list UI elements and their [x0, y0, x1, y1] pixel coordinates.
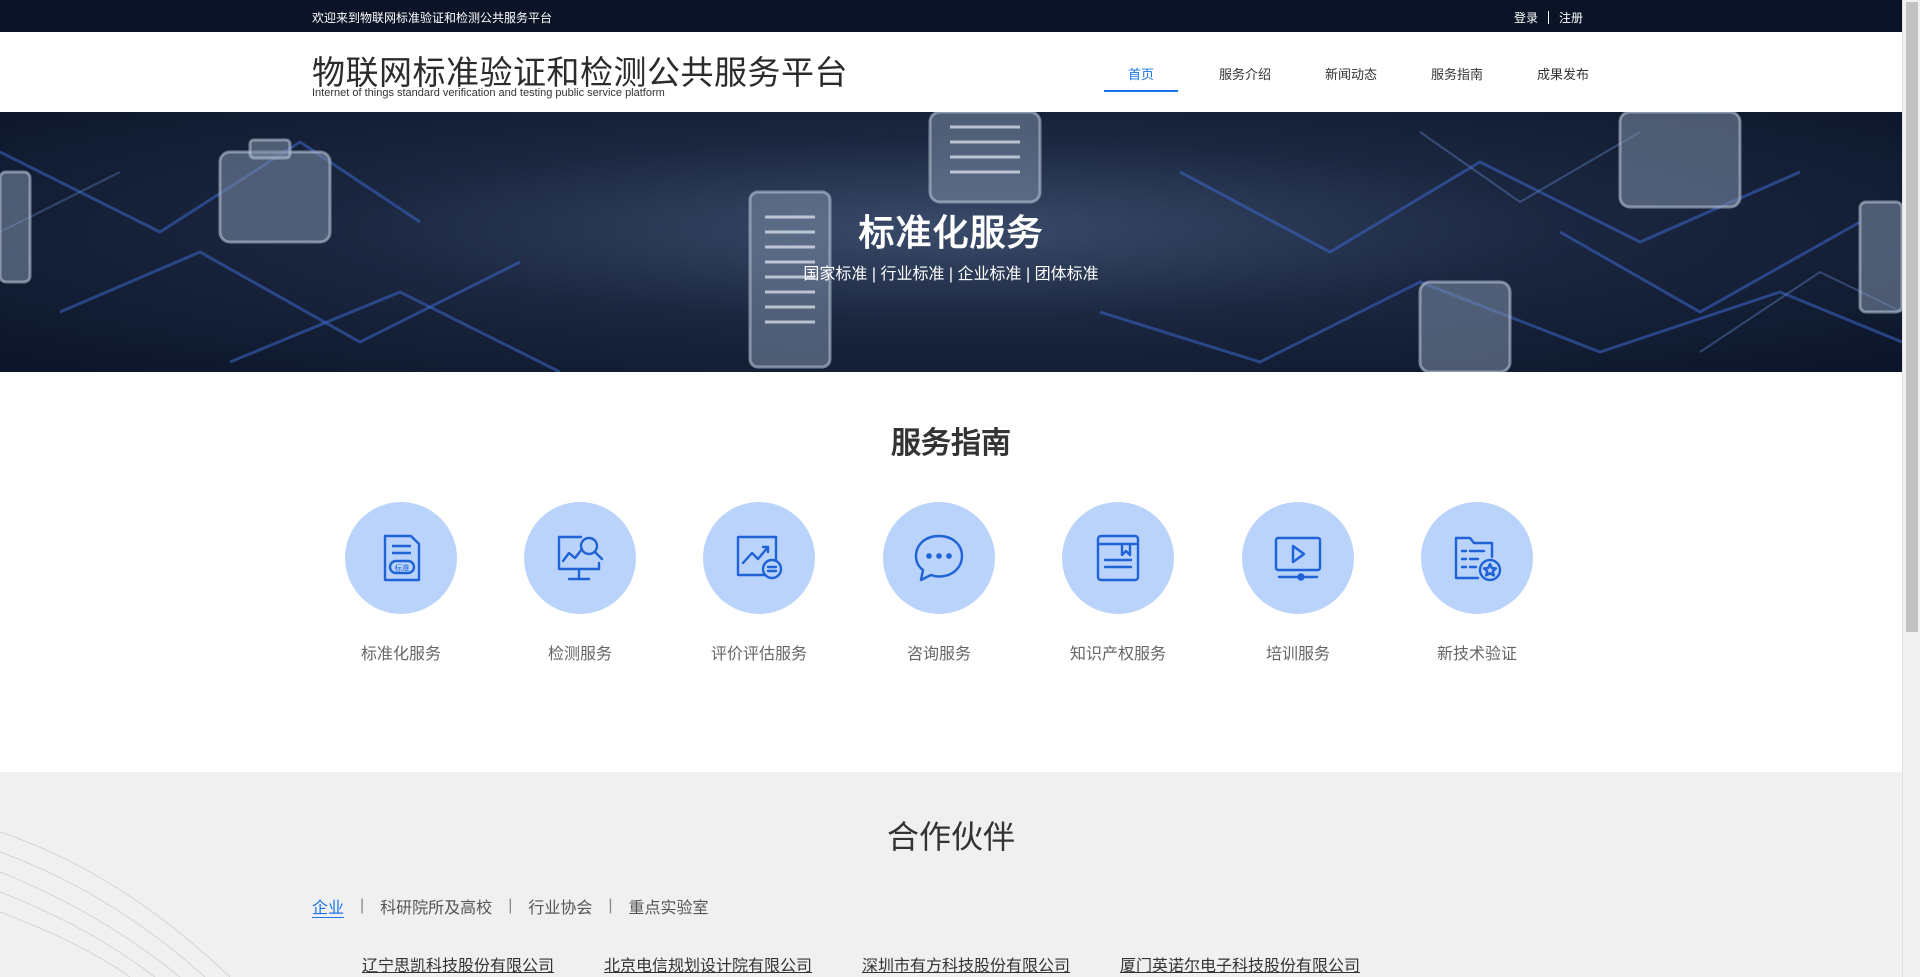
evaluation-chart-icon — [736, 535, 783, 580]
partners-decorative-lines — [0, 831, 231, 977]
register-link[interactable]: 注册 — [1559, 9, 1583, 26]
site-subtitle: Internet of things standard verification… — [312, 87, 665, 99]
auth-divider — [1548, 11, 1550, 24]
login-link[interactable]: 登录 — [1514, 9, 1538, 26]
video-play-icon — [1274, 536, 1322, 581]
service-item-intellectual-property[interactable]: 知识产权服务 — [1028, 502, 1208, 664]
auth-links: 登录 注册 — [1514, 9, 1583, 26]
service-item-evaluation[interactable]: 评价评估服务 — [669, 502, 849, 664]
tab-divider: | — [608, 897, 613, 914]
nav-item-service-guide[interactable]: 服务指南 — [1420, 64, 1494, 83]
tab-divider: | — [360, 897, 365, 914]
service-icon-circle — [1242, 502, 1354, 614]
service-icon-circle — [1421, 502, 1533, 614]
partner-category-tabs: 企业 | 科研院所及高校 | 行业协会 | 重点实验室 — [312, 894, 709, 918]
service-label: 培训服务 — [1265, 646, 1330, 663]
partner-company-link[interactable]: 北京电信规划设计院有限公司 — [604, 952, 812, 976]
service-label: 标准化服务 — [360, 646, 441, 663]
page-scrollbar[interactable] — [1902, 0, 1920, 977]
service-label: 知识产权服务 — [1069, 646, 1166, 663]
monitor-analysis-icon — [557, 535, 604, 581]
service-label: 咨询服务 — [906, 646, 971, 663]
partners-section: 合作伙伴 企业 | 科研院所及高校 | 行业协会 | 重点实验室 辽宁思凯科技股… — [0, 772, 1902, 977]
service-icon-circle — [883, 502, 995, 614]
service-label: 新技术验证 — [1436, 646, 1517, 663]
hero-banner: 标准化服务 国家标准 | 行业标准 | 企业标准 | 团体标准 — [0, 112, 1902, 372]
main-nav: 首页 服务介绍 新闻动态 服务指南 成果发布 — [1104, 64, 1600, 92]
service-item-standardization[interactable]: 标准 标准化服务 — [311, 502, 491, 664]
certified-document-icon — [1454, 536, 1502, 582]
tab-industry-associations[interactable]: 行业协会 — [528, 894, 592, 918]
book-icon — [1096, 534, 1140, 582]
svg-text:标准: 标准 — [395, 563, 410, 573]
service-label: 检测服务 — [547, 646, 612, 663]
tab-research-institutes[interactable]: 科研院所及高校 — [380, 894, 492, 918]
service-icon-circle — [1062, 502, 1174, 614]
welcome-text: 欢迎来到物联网标准验证和检测公共服务平台 — [312, 11, 553, 25]
nav-item-news[interactable]: 新闻动态 — [1314, 64, 1388, 83]
chat-bubble-icon — [914, 534, 964, 582]
top-utility-bar: 欢迎来到物联网标准验证和检测公共服务平台 登录 注册 — [0, 0, 1902, 32]
service-icon-circle — [703, 502, 815, 614]
service-guide-title: 服务指南 — [891, 427, 1011, 460]
partners-title: 合作伙伴 — [886, 819, 1015, 855]
service-guide-section: 服务指南 标准 标准化服务 检测服务 评价评估服务 咨询服务 知识产权服务 培训… — [0, 372, 1902, 772]
service-item-new-tech-verification[interactable]: 新技术验证 — [1387, 502, 1567, 664]
standard-document-icon: 标准 — [383, 534, 421, 582]
service-item-consulting[interactable]: 咨询服务 — [849, 502, 1029, 664]
tab-divider: | — [508, 897, 513, 914]
site-header: 物联网标准验证和检测公共服务平台 Internet of things stan… — [0, 32, 1902, 112]
banner-subtitle: 国家标准 | 行业标准 | 企业标准 | 团体标准 — [803, 266, 1099, 283]
nav-item-service-intro[interactable]: 服务介绍 — [1208, 64, 1282, 83]
banner-title: 标准化服务 — [858, 212, 1044, 253]
nav-item-achievements[interactable]: 成果发布 — [1526, 64, 1600, 83]
tab-enterprise[interactable]: 企业 — [312, 894, 344, 918]
partner-company-link[interactable]: 辽宁思凯科技股份有限公司 — [362, 952, 554, 976]
service-item-testing[interactable]: 检测服务 — [490, 502, 670, 664]
service-item-training[interactable]: 培训服务 — [1208, 502, 1388, 664]
partner-company-link[interactable]: 厦门英诺尔电子科技股份有限公司 — [1120, 952, 1360, 976]
service-label: 评价评估服务 — [710, 646, 807, 663]
service-icon-circle — [524, 502, 636, 614]
service-icon-circle: 标准 — [345, 502, 457, 614]
scrollbar-thumb[interactable] — [1906, 2, 1918, 632]
nav-item-home[interactable]: 首页 — [1104, 64, 1178, 92]
tab-key-laboratories[interactable]: 重点实验室 — [629, 894, 709, 918]
partner-company-link[interactable]: 深圳市有方科技股份有限公司 — [862, 952, 1070, 976]
